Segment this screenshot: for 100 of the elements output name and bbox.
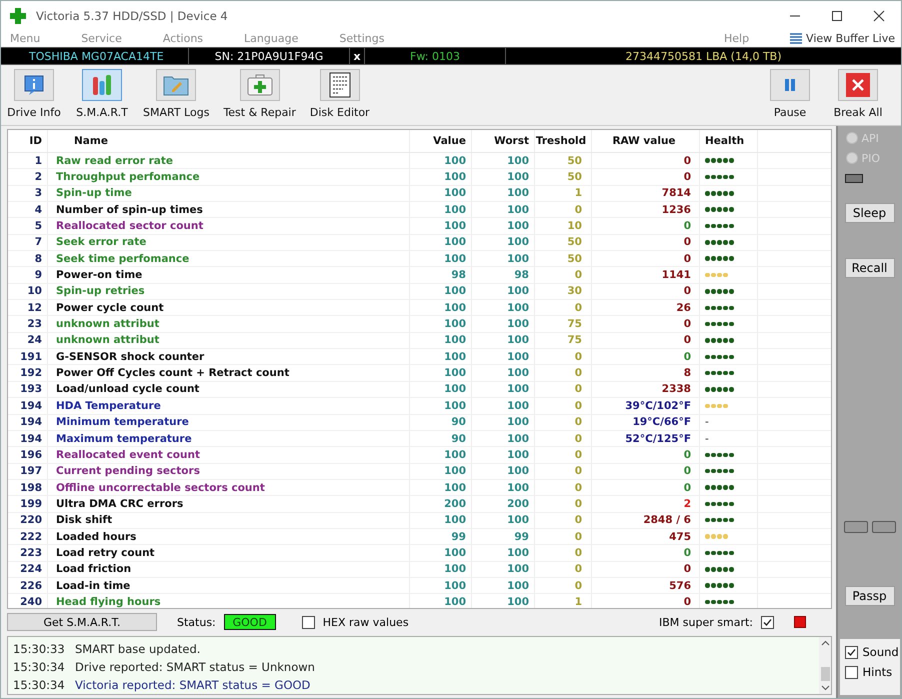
close-icon[interactable]	[873, 10, 885, 22]
radio-button[interactable]	[846, 132, 858, 144]
table-cell: Load/unload cycle count	[48, 382, 410, 398]
table-cell: Ultra DMA CRC errors	[48, 496, 410, 512]
table-cell: 0	[535, 480, 592, 496]
toolbar-button[interactable]: SMART Logs	[143, 69, 210, 119]
table-cell: 198	[8, 480, 48, 496]
column-header[interactable]: Health	[700, 130, 758, 152]
table-cell: Spin-up retries	[48, 284, 410, 300]
table-cell: 90	[410, 414, 472, 430]
table-cell: Spin-up time	[48, 186, 410, 202]
table-cell: 100	[472, 316, 535, 332]
toolbar-button[interactable]: Drive Info	[7, 69, 61, 119]
first-aid-kit-icon	[246, 74, 273, 96]
table-cell: 100	[472, 414, 535, 430]
indicator-light	[844, 174, 862, 183]
table-cell: Reallocated event count	[48, 447, 410, 463]
view-buffer-link[interactable]: View Buffer Live	[806, 32, 895, 45]
table-cell: 9	[8, 267, 48, 283]
table-cell: 3	[8, 186, 48, 202]
table-cell: 0	[535, 300, 592, 316]
table-cell: 10	[535, 218, 592, 234]
table-cell: G-SENSOR shock counter	[48, 349, 410, 364]
table-cell: 0	[535, 365, 592, 381]
checkbox[interactable]	[302, 616, 315, 628]
scroll-up-icon[interactable]	[820, 640, 830, 646]
table-cell: 2	[592, 496, 700, 512]
table-cell: 1	[535, 186, 592, 202]
table-cell: 100	[410, 349, 472, 364]
table-cell: -	[705, 432, 709, 445]
table-cell: 222	[8, 528, 48, 544]
log-message: Victoria reported: SMART status = GOOD	[75, 678, 310, 692]
checkbox-label: HEX raw values	[322, 616, 409, 628]
checkbox[interactable]	[844, 666, 858, 678]
table-cell: 224	[8, 562, 48, 577]
table-cell: 100	[472, 202, 535, 218]
recall-button[interactable]: Recall	[844, 258, 894, 278]
checkbox[interactable]	[844, 646, 858, 658]
table-cell: 0	[592, 332, 700, 348]
table-cell: Head flying hours	[48, 594, 410, 608]
table-cell: 100	[410, 594, 472, 608]
table-cell: unknown attribut	[48, 316, 410, 332]
column-header[interactable]: RAW value	[592, 130, 700, 152]
table-cell: 100	[410, 202, 472, 218]
close-drive-button[interactable]: x	[350, 48, 365, 64]
scroll-down-icon[interactable]	[820, 685, 830, 691]
drive-model: TOSHIBA MG07ACA14TE	[1, 48, 189, 64]
column-header[interactable]: Value	[410, 130, 472, 152]
table-cell: 194	[8, 398, 48, 414]
maximize-icon[interactable]	[831, 10, 843, 22]
log-time: 15:30:34	[13, 678, 66, 692]
password-button[interactable]: Passp	[844, 586, 894, 606]
table-cell: 1236	[592, 202, 700, 218]
table-cell: 100	[472, 284, 535, 300]
table-cell: 2	[8, 169, 48, 185]
toolbar-button[interactable]: S.M.A.R.T	[75, 69, 129, 119]
table-cell: 226	[8, 578, 48, 594]
table-cell: 199	[8, 496, 48, 512]
table-cell: 193	[8, 382, 48, 398]
table-cell: Seek error rate	[48, 234, 410, 250]
bar-chart-icon	[91, 73, 113, 97]
table-cell: 100	[410, 284, 472, 300]
cross-logo-icon	[10, 8, 26, 24]
table-cell: 12	[8, 300, 48, 316]
column-header[interactable]: Treshold	[535, 130, 592, 152]
checkbox[interactable]	[761, 616, 774, 628]
column-header[interactable]: Worst	[472, 130, 535, 152]
table-cell: 0	[592, 316, 700, 332]
table-cell: 100	[472, 594, 535, 608]
toolbar-button[interactable]: Break All	[831, 69, 885, 119]
table-cell: 0	[535, 267, 592, 283]
table-cell: 10	[8, 284, 48, 300]
table-cell: 100	[472, 562, 535, 577]
table-cell: 191	[8, 349, 48, 364]
list-icon	[790, 33, 802, 44]
table-cell: 0	[535, 447, 592, 463]
table-cell: 100	[472, 153, 535, 168]
column-header[interactable]: ID	[8, 130, 48, 152]
radio-button[interactable]	[846, 152, 858, 164]
table-cell: 0	[535, 414, 592, 430]
close-icon	[846, 73, 870, 97]
table-cell: 100	[410, 480, 472, 496]
sleep-button[interactable]: Sleep	[844, 203, 894, 223]
table-cell: 24	[8, 332, 48, 348]
log-message: SMART base updated.	[75, 642, 200, 656]
table-cell: 100	[410, 464, 472, 479]
toolbar-button[interactable]: Pause	[763, 69, 817, 119]
toolbar-button[interactable]: Test & Repair	[223, 69, 296, 119]
table-cell: 50	[535, 234, 592, 250]
table-cell: 100	[410, 562, 472, 577]
column-header[interactable]: Name	[48, 130, 410, 152]
table-cell: Power-on time	[48, 267, 410, 283]
toolbar-button[interactable]: Disk Editor	[310, 69, 370, 119]
table-cell: 75	[535, 332, 592, 348]
scrollbar[interactable]	[819, 637, 831, 694]
get-smart-button[interactable]: Get S.M.A.R.T.	[7, 613, 157, 631]
table-cell: 100	[410, 447, 472, 463]
table-cell: 0	[535, 578, 592, 594]
table-cell: 100	[472, 447, 535, 463]
table-cell: 194	[8, 430, 48, 446]
